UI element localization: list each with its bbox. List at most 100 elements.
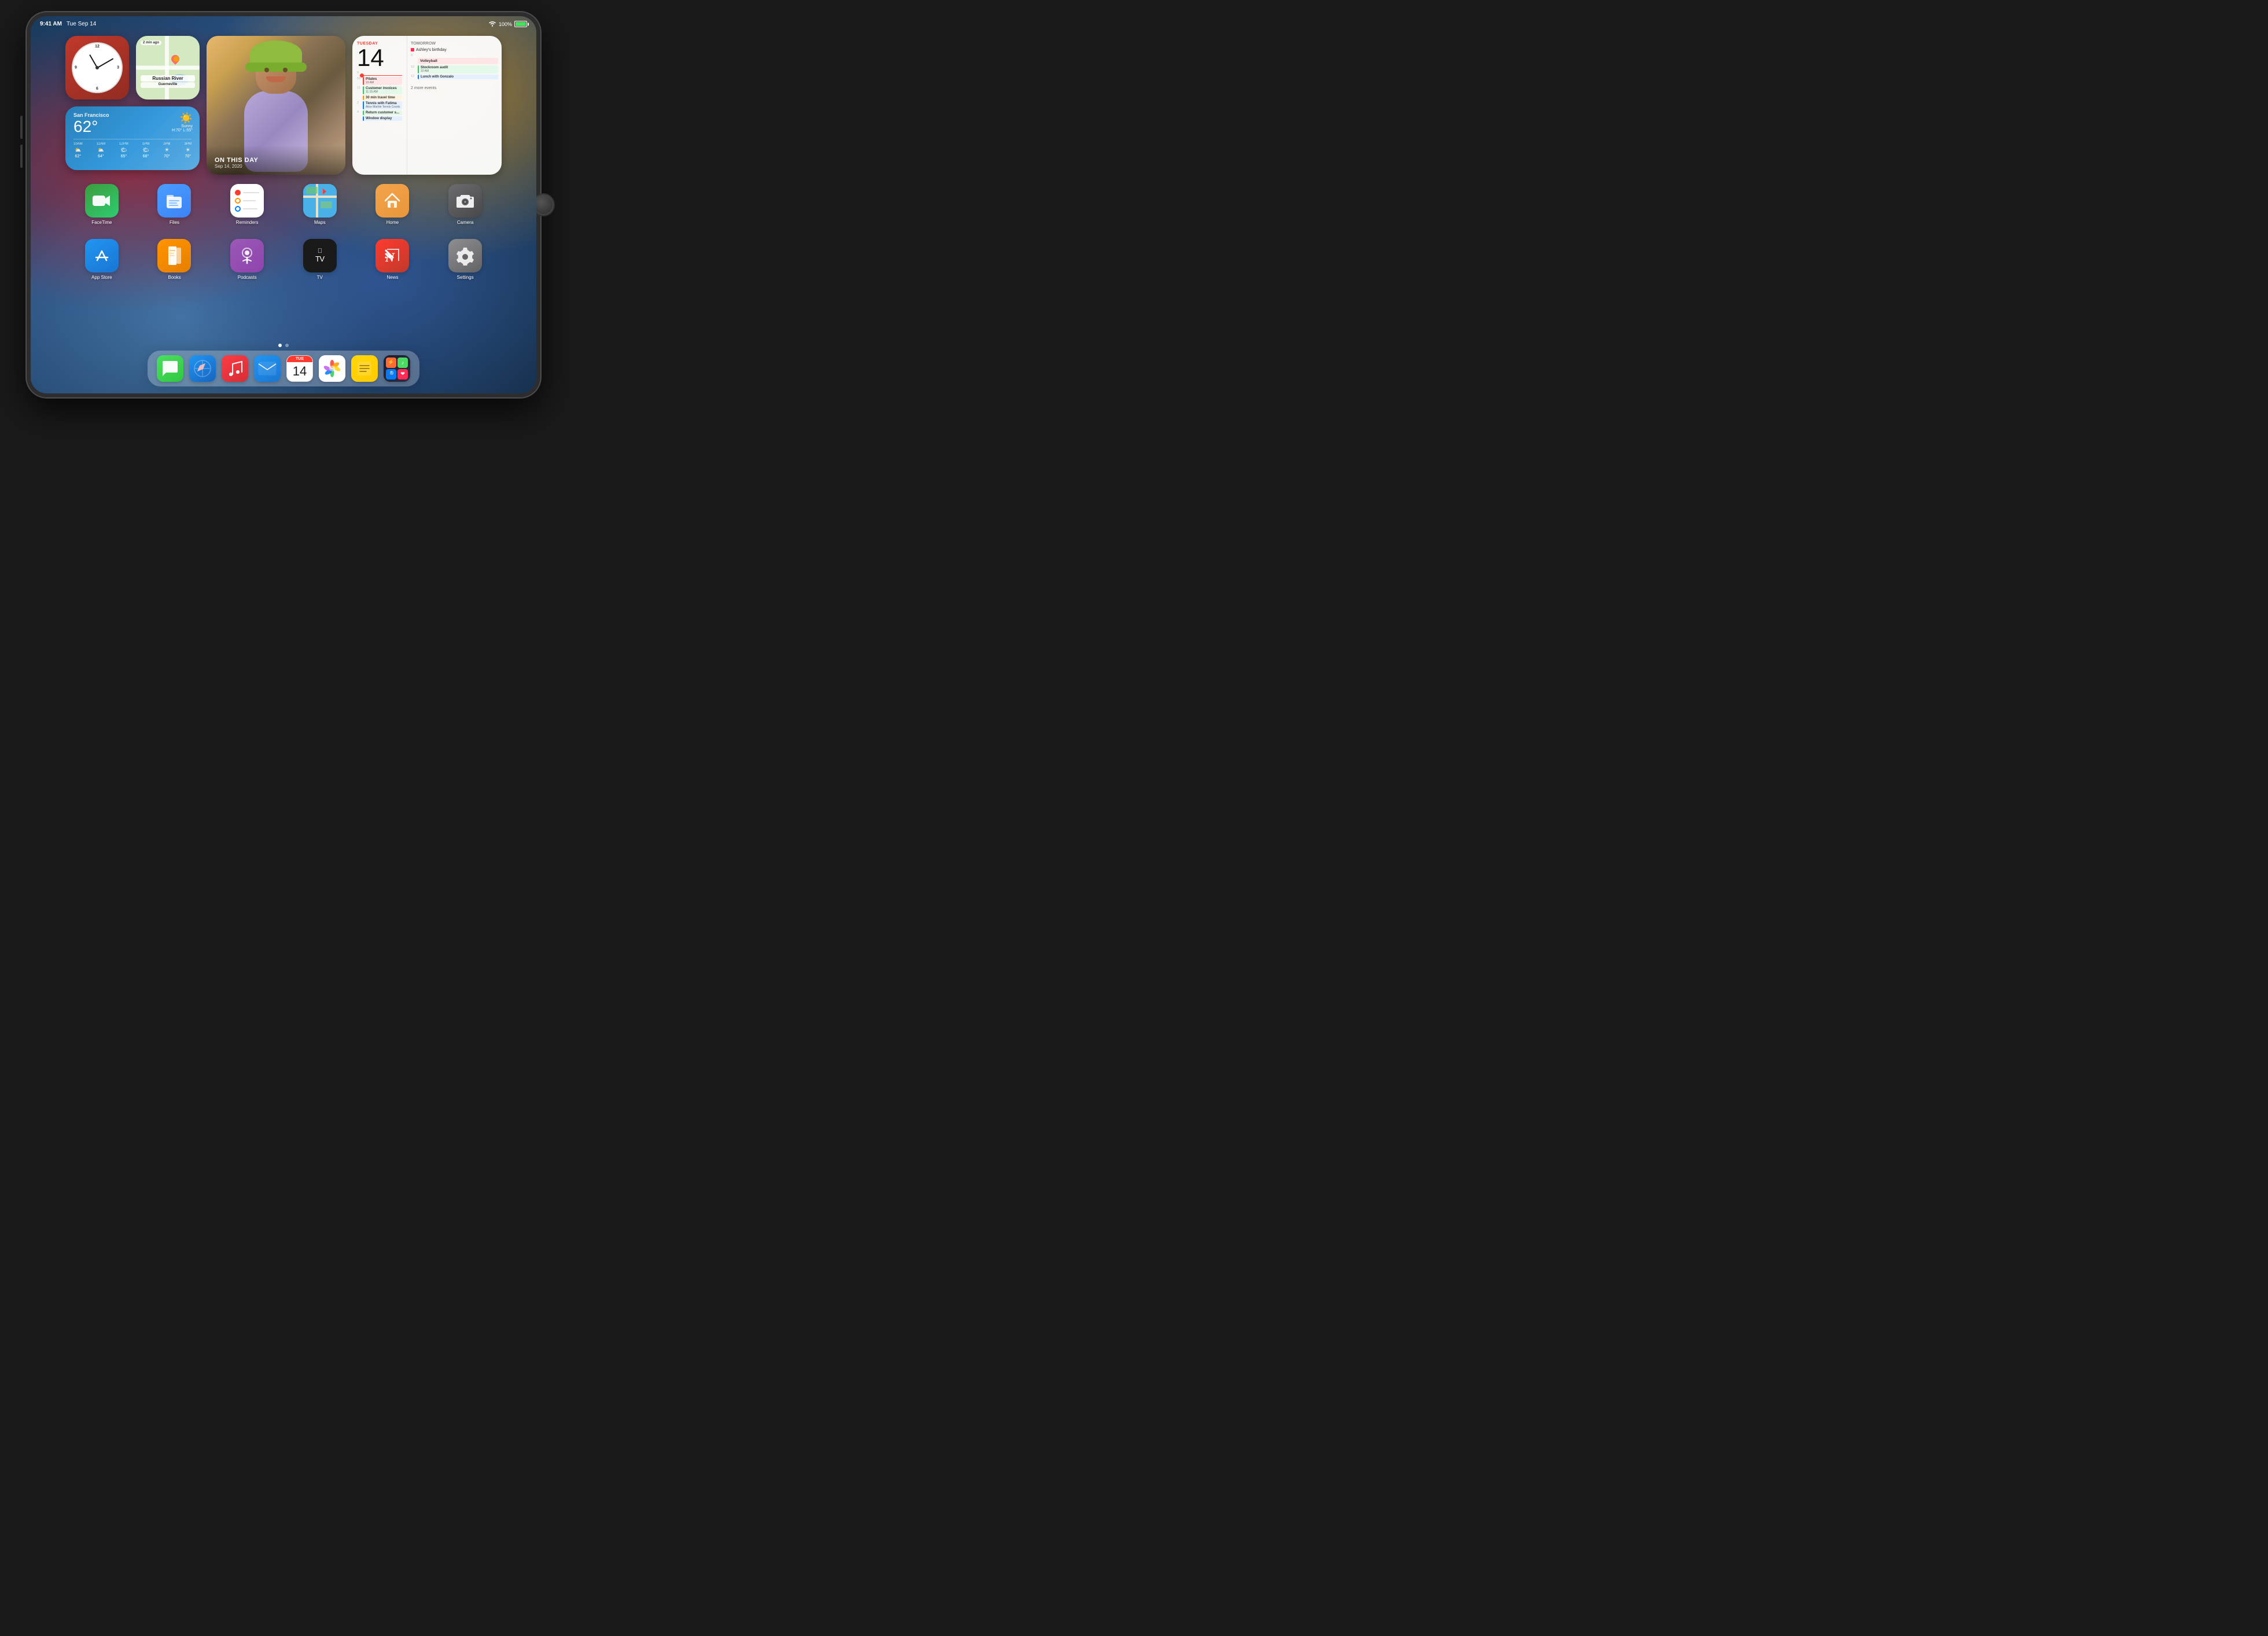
weather-widget[interactable]: San Francisco 62° ☀️ Sunny H:70° L:55° 1…: [65, 106, 200, 170]
tv-icon:  TV: [303, 239, 337, 272]
app-reminders[interactable]: Reminders: [224, 184, 270, 225]
photo-widget[interactable]: On This Day Sep 14, 2020: [207, 36, 345, 175]
photo-date: Sep 14, 2020: [215, 164, 337, 169]
status-date: Tue Sep 14: [67, 21, 96, 27]
cal-tmrw-lunch: 12 Lunch with Gonzalo: [411, 75, 498, 79]
reminder-row-1: [235, 190, 259, 196]
camera-icon: [448, 184, 482, 218]
volume-down-button[interactable]: [20, 145, 23, 168]
dock-messages[interactable]: [157, 355, 183, 382]
app-settings[interactable]: Settings: [442, 239, 488, 280]
weather-hour-6: 3PM ☀ 70°: [185, 142, 192, 159]
calendar-container: TUESDAY 14 9: [352, 36, 502, 175]
cal-event-window-display: Window display: [357, 116, 402, 121]
reminders-label: Reminders: [236, 220, 259, 225]
dock-notes[interactable]: [351, 355, 378, 382]
wifi-icon: [488, 21, 496, 28]
reminders-icon: [230, 184, 264, 218]
weather-description: Sunny: [172, 124, 193, 128]
dock-mail[interactable]: [254, 355, 281, 382]
home-icon: [375, 184, 409, 218]
battery-icon: [514, 21, 527, 27]
cal-more-events: 2 more events: [411, 82, 498, 92]
news-icon: N: [375, 239, 409, 272]
calendar-dock-date: 14: [287, 362, 312, 381]
reminder-check-2: [235, 198, 241, 204]
calendar-dock-header: TUE: [287, 356, 312, 362]
volume-up-button[interactable]: [20, 116, 23, 139]
dock-shortcuts[interactable]: ⚡ ♪ 🔎 ❤: [384, 355, 410, 382]
page-dot-1[interactable]: [278, 344, 282, 347]
appstore-label: App Store: [91, 275, 112, 280]
app-appstore[interactable]: App Store: [79, 239, 125, 280]
reminder-line-1: [243, 192, 259, 193]
widgets-area: 12 3 6 9: [65, 36, 502, 175]
dock-photos[interactable]: [319, 355, 345, 382]
app-news[interactable]: N News: [369, 239, 415, 280]
calendar-widget[interactable]: TUESDAY 14 9: [352, 36, 502, 175]
clock-widget[interactable]: 12 3 6 9: [65, 36, 129, 100]
app-files[interactable]: Files: [151, 184, 197, 225]
clock-number-3: 3: [117, 65, 119, 69]
app-home[interactable]: Home: [369, 184, 415, 225]
page-dot-2[interactable]: [285, 344, 289, 347]
facetime-label: FaceTime: [91, 220, 112, 225]
app-facetime[interactable]: FaceTime: [79, 184, 125, 225]
apps-grid: FaceTime Files: [65, 184, 502, 280]
dock-music[interactable]: [222, 355, 248, 382]
maps-pin: [171, 55, 179, 65]
sc-cell-2: ♪: [397, 358, 408, 368]
apps-row-1: FaceTime Files: [65, 184, 502, 225]
photo-overlay: On This Day Sep 14, 2020: [207, 145, 345, 175]
calendar-today-date: 14: [357, 46, 402, 70]
sc-cell-1: ⚡: [386, 358, 396, 368]
sc-cell-4: ❤: [397, 369, 408, 379]
weather-hourly-forecast: 10AM ⛅ 62° 11AM ⛅ 64° 12PM 🌤 65°: [73, 139, 192, 159]
cal-tmrw-stockroom: 10 Stockroom audit 10 AM: [411, 65, 498, 73]
svg-text:N: N: [385, 250, 395, 264]
photo-background: On This Day Sep 14, 2020: [207, 36, 345, 175]
app-tv[interactable]:  TV TV: [297, 239, 343, 280]
small-widgets-row: 12 3 6 9: [65, 36, 200, 100]
photo-eye-right: [283, 68, 288, 72]
app-camera[interactable]: Camera: [442, 184, 488, 225]
app-podcasts[interactable]: Podcasts: [224, 239, 270, 280]
weather-hour-1: 10AM ⛅ 62°: [73, 142, 83, 159]
tv-inner:  TV: [315, 239, 325, 272]
calendar-today-panel: TUESDAY 14 9: [352, 36, 407, 175]
photo-on-this-day-label: On This Day: [215, 157, 337, 164]
maps-time-ago: 2 min ago: [141, 40, 161, 45]
tv-apple-symbol: : [318, 248, 322, 255]
dock-safari[interactable]: [189, 355, 216, 382]
cal-tmrw-volleyball: Volleyball: [411, 58, 498, 64]
calendar-today-events: 9 10 Pilates 10 AM: [357, 71, 402, 121]
cal-event-tennis: 2 Tennis with Fatima Alice Marble Tennis…: [357, 101, 402, 109]
reminder-row-3: [235, 206, 259, 212]
app-maps[interactable]: Maps: [297, 184, 343, 225]
appstore-icon: [85, 239, 119, 272]
clock-number-6: 6: [96, 87, 98, 91]
reminder-line-3: [243, 208, 257, 209]
calendar-tomorrow-panel: TOMORROW Ashley's birthday 9: [407, 36, 502, 175]
maps-avatar: [173, 56, 179, 62]
weather-hour-4: 1PM 🌤 68°: [142, 142, 149, 159]
maps-city: Russian River: [141, 75, 195, 82]
cal-event-travel: 30 min travel time: [357, 95, 402, 100]
reminder-check-1: [235, 190, 241, 196]
cal-hour-9: 9: [357, 71, 402, 75]
shortcuts-grid: ⚡ ♪ 🔎 ❤: [384, 355, 410, 382]
cal-event-return: 4 Return customer s...: [357, 110, 402, 115]
maps-pin-head: [170, 53, 181, 65]
maps-widget[interactable]: 2 min ago Russian River Guerneville: [136, 36, 200, 100]
status-bar: 9:41 AM Tue Sep 14 100%: [31, 16, 536, 32]
clock-minute-hand: [97, 58, 113, 68]
settings-label: Settings: [457, 275, 474, 280]
files-label: Files: [170, 220, 179, 225]
podcasts-label: Podcasts: [238, 275, 257, 280]
app-books[interactable]: Books: [151, 239, 197, 280]
page-dots: [31, 344, 536, 347]
reminder-check-3: [235, 206, 241, 212]
current-time-line: [363, 75, 402, 76]
reminder-line-2: [243, 200, 256, 201]
dock-calendar[interactable]: TUE 14: [286, 355, 313, 382]
